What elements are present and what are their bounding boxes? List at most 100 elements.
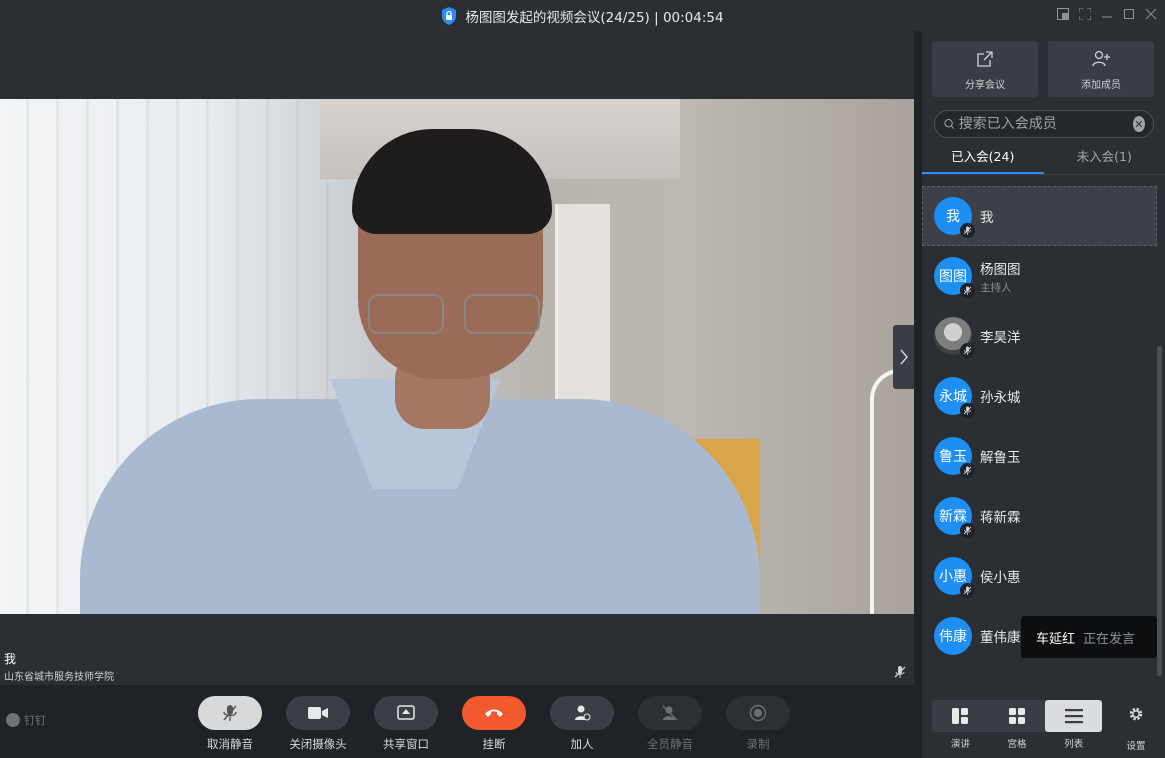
mic-muted-icon xyxy=(960,223,975,238)
camera-off-button[interactable]: 关闭摄像头 xyxy=(278,696,358,752)
member-text: 孙永城 xyxy=(980,386,1021,406)
view-switch xyxy=(932,700,1103,732)
member-row[interactable]: 李昊洋 xyxy=(922,306,1157,366)
member-name: 董伟康 xyxy=(980,630,1021,646)
view-speaker-label: 演讲 xyxy=(950,739,970,750)
member-text: 我 xyxy=(980,206,994,226)
share-window-button[interactable]: 共享窗口 xyxy=(366,696,446,752)
shield-icon xyxy=(442,6,457,25)
mic-muted-icon xyxy=(894,666,906,678)
add-person-label: 加人 xyxy=(570,737,594,751)
view-list-button[interactable] xyxy=(1045,700,1103,732)
maximize-icon[interactable] xyxy=(1123,7,1135,21)
title-bar: 杨图图发起的视频会议(24/25) | 00:04:54 xyxy=(0,0,1165,31)
hangup-icon xyxy=(485,709,503,717)
tab-joined[interactable]: 已入会(24) xyxy=(922,143,1044,174)
bottom-toolbar: 钉钉 取消静音 关闭摄像头 共享窗口 挂断 加人 全员静音 录制 xyxy=(0,685,922,758)
title-wrap: 杨图图发起的视频会议(24/25) | 00:04:54 xyxy=(0,0,1165,31)
window-controls xyxy=(1057,7,1157,21)
member-name: 我 xyxy=(980,210,994,226)
member-name: 侯小惠 xyxy=(980,570,1021,586)
video-stage: 我 山东省城市服务技师学院 xyxy=(0,31,914,685)
member-text: 侯小惠 xyxy=(980,566,1021,586)
member-row[interactable]: 新霖 蒋新霖 xyxy=(922,486,1157,546)
list-layout-icon xyxy=(1064,709,1083,724)
member-text: 杨图图 主持人 xyxy=(980,258,1021,295)
camera-off-label: 关闭摄像头 xyxy=(289,737,347,751)
clear-search-icon[interactable]: ✕ xyxy=(1132,116,1145,132)
speaking-name: 车延红 xyxy=(1036,631,1076,647)
member-name: 蒋新霖 xyxy=(980,510,1021,526)
avatar: 鲁玉 xyxy=(934,437,975,478)
gear-icon xyxy=(1129,707,1143,721)
member-row[interactable]: 我 我 xyxy=(922,186,1157,246)
view-list-label: 列表 xyxy=(1064,739,1084,750)
record-button[interactable]: 录制 xyxy=(718,696,798,752)
mic-off-icon xyxy=(223,705,237,721)
unmute-label: 取消静音 xyxy=(207,737,253,751)
member-name: 孙永城 xyxy=(980,390,1021,406)
view-grid-label: 宫格 xyxy=(1007,739,1027,750)
record-icon xyxy=(749,704,767,722)
member-row[interactable]: 永城 孙永城 xyxy=(922,366,1157,426)
camera-icon xyxy=(308,707,328,719)
member-text: 蒋新霖 xyxy=(980,506,1021,526)
brand: 钉钉 xyxy=(6,712,46,728)
member-search-input[interactable] xyxy=(954,116,1133,132)
member-list: 我 我 图图 杨图图 主持人 李昊洋 永城 孙永城 鲁玉 解鲁玉 新霖 蒋新霖 … xyxy=(922,186,1157,666)
view-grid-button[interactable] xyxy=(989,700,1046,732)
member-text: 李昊洋 xyxy=(980,326,1021,346)
add-member-button[interactable]: 添加成员 xyxy=(1048,41,1154,97)
speaker-video[interactable] xyxy=(0,99,914,614)
mic-muted-icon xyxy=(960,343,975,358)
member-row[interactable]: 鲁玉 解鲁玉 xyxy=(922,426,1157,486)
grid-layout-icon xyxy=(1009,708,1025,724)
settings-button[interactable]: 设置 xyxy=(1118,706,1154,752)
share-external-icon xyxy=(977,51,993,67)
unmute-button[interactable]: 取消静音 xyxy=(190,696,270,752)
add-person-icon xyxy=(575,705,591,721)
member-text: 解鲁玉 xyxy=(980,446,1021,466)
avatar: 小惠 xyxy=(934,557,975,598)
mic-muted-icon xyxy=(960,463,975,478)
search-icon xyxy=(944,119,955,129)
dingtalk-logo-icon xyxy=(6,713,20,727)
collapse-panel-button[interactable] xyxy=(893,325,914,389)
mic-muted-icon xyxy=(960,583,975,598)
member-list-scrollbar[interactable] xyxy=(1157,346,1162,676)
member-row[interactable]: 小惠 侯小惠 xyxy=(922,546,1157,606)
add-member-icon xyxy=(1092,50,1110,67)
hangup-button[interactable]: 挂断 xyxy=(454,696,534,752)
add-person-button[interactable]: 加人 xyxy=(542,696,622,752)
minimize-icon[interactable] xyxy=(1101,7,1113,21)
self-name: 我 xyxy=(4,652,17,666)
speaking-status: 正在发言 xyxy=(1083,631,1136,647)
avatar: 永城 xyxy=(934,377,975,418)
add-member-label: 添加成员 xyxy=(1081,80,1121,91)
tab-not-joined[interactable]: 未入会(1) xyxy=(1044,143,1165,174)
member-name: 杨图图 xyxy=(980,261,1021,278)
avatar: 图图 xyxy=(934,257,975,298)
window-title: 杨图图发起的视频会议(24/25) | 00:04:54 xyxy=(465,9,724,26)
speaker-layout-icon xyxy=(952,708,969,724)
member-row[interactable]: 图图 杨图图主持人 xyxy=(922,246,1157,306)
mic-muted-icon xyxy=(960,403,975,418)
avatar: 我 xyxy=(934,197,975,238)
avatar: 伟康 xyxy=(934,617,972,655)
fullscreen-icon[interactable] xyxy=(1079,7,1091,21)
mic-muted-icon xyxy=(960,523,975,538)
member-role: 主持人 xyxy=(980,281,1012,294)
share-screen-icon xyxy=(397,705,415,720)
avatar-text: 伟康 xyxy=(939,629,967,645)
settings-label: 设置 xyxy=(1126,741,1146,752)
pip-icon[interactable] xyxy=(1057,7,1069,21)
share-meeting-button[interactable]: 分享会议 xyxy=(932,41,1038,97)
video-lamp xyxy=(870,369,910,614)
close-icon[interactable] xyxy=(1145,7,1157,21)
avatar-photo xyxy=(934,317,975,358)
mute-all-button[interactable]: 全员静音 xyxy=(630,696,710,752)
view-speaker-button[interactable] xyxy=(932,700,989,732)
member-search: ✕ xyxy=(934,110,1154,138)
share-meeting-label: 分享会议 xyxy=(965,80,1005,91)
share-window-label: 共享窗口 xyxy=(383,737,429,751)
